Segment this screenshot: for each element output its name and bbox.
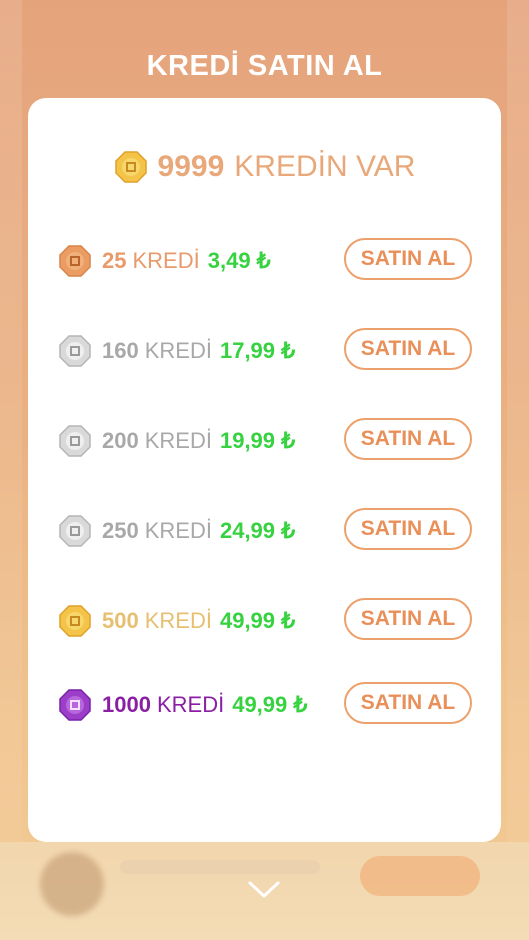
coin-icon (114, 151, 147, 183)
blurred-button (360, 856, 480, 896)
package-qty: 160 (102, 338, 139, 363)
buy-button[interactable]: SATIN AL (344, 238, 472, 280)
page-title: KREDİ SATIN AL (146, 50, 383, 82)
chevron-down-icon[interactable] (247, 880, 281, 900)
package-qty: 250 (102, 518, 139, 543)
package-unit: KREDİ (144, 338, 212, 363)
package-qty: 25 (102, 248, 127, 273)
package-row-500: 500 KREDİ 49,99 ₺ SATIN AL (58, 598, 472, 644)
coin-icon (59, 425, 91, 457)
package-unit: KREDİ (144, 428, 212, 453)
package-row-25: 25 KREDİ 3,49 ₺ SATIN AL (58, 238, 472, 284)
package-price: 24,99 ₺ (219, 518, 296, 543)
buy-button[interactable]: SATIN AL (344, 682, 472, 724)
buy-button[interactable]: SATIN AL (344, 328, 472, 370)
buy-button[interactable]: SATIN AL (344, 508, 472, 550)
package-unit: KREDİ (144, 518, 212, 543)
blurred-avatar (40, 852, 104, 916)
coin-icon (59, 335, 91, 367)
package-price: 49,99 ₺ (232, 692, 308, 717)
package-row-250: 250 KREDİ 24,99 ₺ SATIN AL (58, 508, 472, 554)
coin-icon (59, 605, 91, 637)
package-price: 19,99 ₺ (219, 428, 296, 453)
package-price: 49,99 ₺ (219, 608, 296, 633)
credit-balance: 9999 KREDİN VAR (28, 150, 501, 184)
package-unit: KREDİ (156, 692, 225, 717)
buy-button[interactable]: SATIN AL (344, 598, 472, 640)
background-edge-right (507, 0, 529, 940)
coin-icon (59, 689, 91, 721)
purchase-card: 9999 KREDİN VAR 25 KREDİ 3,49 ₺ SATIN AL… (28, 98, 501, 842)
package-qty: 200 (102, 428, 139, 453)
package-price: 17,99 ₺ (219, 338, 296, 363)
balance-label: KREDİN VAR (234, 150, 416, 183)
coin-icon (59, 515, 91, 547)
coin-icon (59, 245, 91, 277)
blurred-text (120, 860, 320, 874)
balance-amount: 9999 (157, 150, 225, 183)
package-unit: KREDİ (144, 608, 212, 633)
buy-button[interactable]: SATIN AL (344, 418, 472, 460)
package-unit: KREDİ (132, 248, 200, 273)
package-row-160: 160 KREDİ 17,99 ₺ SATIN AL (58, 328, 472, 374)
package-price: 3,49 ₺ (207, 248, 271, 273)
package-row-200: 200 KREDİ 19,99 ₺ SATIN AL (58, 418, 472, 464)
package-row-1000: 1000 KREDİ 49,99 ₺ SATIN AL (58, 682, 472, 728)
background-edge-left (0, 0, 22, 940)
package-qty: 500 (102, 608, 139, 633)
package-qty: 1000 (102, 692, 151, 717)
